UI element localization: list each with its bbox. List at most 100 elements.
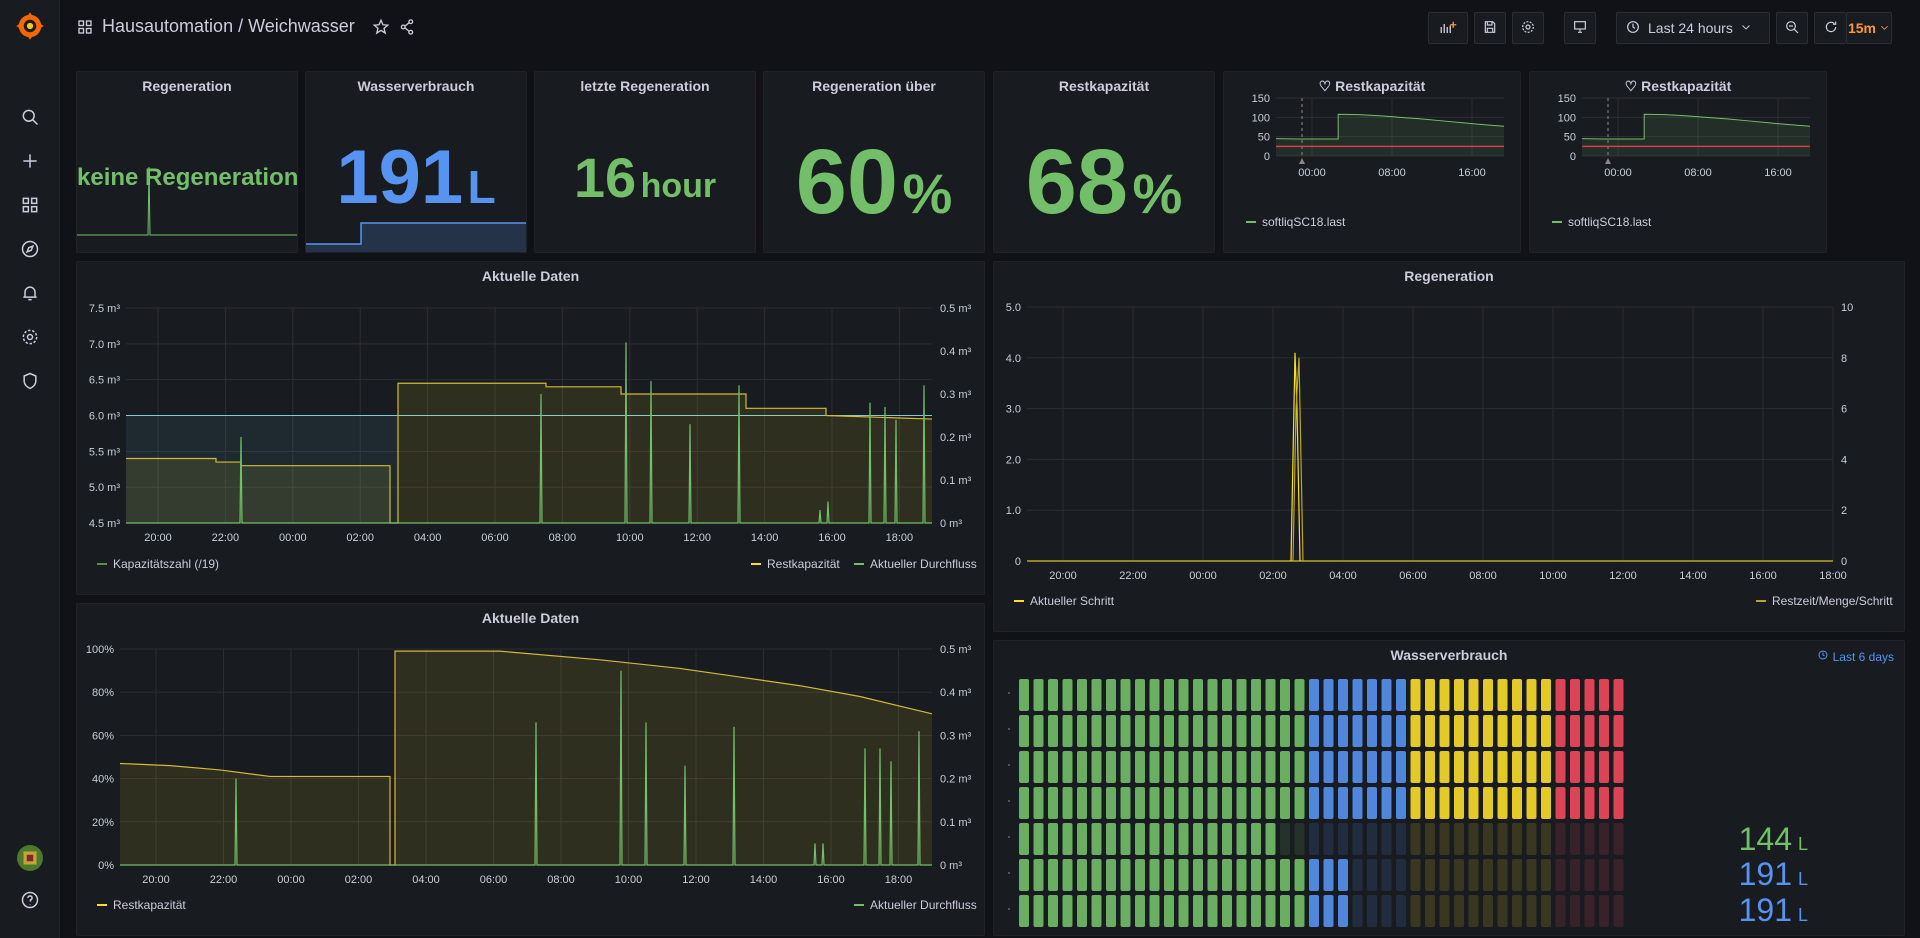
- search-icon[interactable]: [14, 101, 46, 133]
- gauge-cell: [1033, 823, 1044, 855]
- y-left-tick-label: 0: [1015, 556, 1021, 568]
- gauge-cell: [1294, 715, 1305, 747]
- gauge-cell: [1048, 787, 1058, 819]
- gauge-cell: [1091, 823, 1102, 855]
- gauge-cell: [1599, 787, 1609, 819]
- save-dashboard-button[interactable]: [1474, 12, 1506, 44]
- zoom-out-button[interactable]: [1776, 12, 1808, 44]
- annotation-marker: [1299, 158, 1305, 164]
- stat-panel-regeneration[interactable]: Regeneration keine Regeneration: [76, 71, 298, 253]
- panel-title: Regeneration über: [812, 78, 936, 94]
- legend-item[interactable]: Aktueller Schritt: [1014, 594, 1114, 608]
- breadcrumb[interactable]: Hausautomation / Weichwasser: [102, 16, 355, 37]
- dashboards-icon[interactable]: [14, 189, 46, 221]
- gauge-cell: [1135, 859, 1145, 891]
- legend-item[interactable]: Kapazitätszahl (/19): [97, 557, 219, 571]
- star-icon[interactable]: [372, 18, 390, 41]
- gauge-unit: L: [1797, 834, 1808, 854]
- grafana-logo-icon[interactable]: [14, 10, 46, 42]
- stat-panel-letzte-regeneration[interactable]: letzte Regeneration 16 hour: [534, 71, 756, 253]
- stat-panel-wasserverbrauch[interactable]: Wasserverbrauch 191 L: [305, 71, 527, 253]
- alerting-bell-icon[interactable]: [14, 277, 46, 309]
- y-right-tick-label: 10: [1841, 302, 1853, 314]
- stat-panel-regeneration-uber[interactable]: Regeneration über 60 %: [763, 71, 985, 253]
- gauge-cell: [1265, 895, 1276, 927]
- graph-panel-regeneration[interactable]: Regeneration 0 1.0 2.0 3.0 4.0 5.0 0 2 4 6 8 10 20:0…: [993, 261, 1905, 632]
- gauge-cell: [1584, 895, 1595, 927]
- y-right-tick-label: 0.1 m³: [940, 475, 972, 487]
- time-range-picker[interactable]: Last 24 hours: [1616, 12, 1770, 44]
- gauge-cell: [1367, 679, 1377, 711]
- stat-value: keine Regeneration: [77, 164, 298, 191]
- settings-gear-icon[interactable]: [14, 321, 46, 353]
- gauge-cell: [1062, 751, 1073, 783]
- add-panel-button[interactable]: [1428, 12, 1468, 44]
- gauge-cell: [1251, 679, 1261, 711]
- refresh-button[interactable]: [1814, 12, 1846, 44]
- gauge-cell: [1410, 679, 1421, 711]
- plus-icon[interactable]: [14, 145, 46, 177]
- legend-item[interactable]: softliqSC18.last: [1246, 215, 1345, 229]
- graph-panel-aktuelle-daten-2[interactable]: Aktuelle Daten 0% 20% 40% 60% 80% 100% 0 m³ 0.1…: [76, 603, 985, 936]
- view-mode-button[interactable]: [1564, 12, 1596, 44]
- gauge-cell: [1483, 679, 1493, 711]
- gauge-cell: [1120, 715, 1131, 747]
- graph-panel-aktuelle-daten-1[interactable]: Aktuelle Daten 4.5 m³ 5.0 m³ 5.5 m³ 6.0 m³ 6…: [76, 261, 985, 595]
- x-tick-label: 00:00: [1298, 167, 1326, 179]
- gauge-cell: [1178, 823, 1189, 855]
- gauge-cell: [1584, 859, 1595, 891]
- gauge-cell: [1193, 751, 1203, 783]
- legend-item[interactable]: softliqSC18.last: [1552, 215, 1651, 229]
- gauge-cell: [1265, 787, 1276, 819]
- gauge-cell: [1323, 715, 1334, 747]
- legend-item[interactable]: Aktueller Durchfluss: [854, 898, 977, 912]
- gauge-cell: [1454, 859, 1464, 891]
- dashboard-settings-button[interactable]: [1512, 12, 1544, 44]
- legend-item[interactable]: Restkapazität: [751, 557, 840, 571]
- x-tick-label: 06:00: [481, 532, 509, 544]
- time-range-label: Last 24 hours: [1648, 20, 1733, 36]
- gauge-cell: [1396, 787, 1406, 819]
- refresh-interval-picker[interactable]: 15m: [1846, 12, 1892, 44]
- gauge-cell: [1541, 751, 1551, 783]
- graph-panel-restkapazitaet-1[interactable]: ♡ Restkapazität 0 50 100 150 00:00 08:00 16:00…: [1223, 71, 1521, 253]
- gauge-cell: [1468, 895, 1479, 927]
- gauge-cell: [1265, 715, 1276, 747]
- gauge-cell: [1367, 895, 1377, 927]
- share-icon[interactable]: [398, 18, 416, 41]
- help-icon[interactable]: [14, 884, 46, 916]
- gauge-value-1: 144: [1738, 821, 1792, 857]
- gauge-cell: [1019, 823, 1029, 855]
- gauge-cell: [1193, 715, 1203, 747]
- dashboard-grid-icon: [76, 18, 94, 41]
- explore-compass-icon[interactable]: [14, 233, 46, 265]
- row-marker: [1008, 872, 1010, 874]
- gauge-cell: [1019, 751, 1029, 783]
- gauge-cell: [1207, 859, 1218, 891]
- gauge-cell: [1106, 679, 1116, 711]
- y-right-tick-label: 0.3 m³: [940, 730, 972, 742]
- x-tick-label: 18:00: [885, 874, 913, 886]
- gauge-cell: [1483, 751, 1493, 783]
- gauge-cell: [1541, 895, 1551, 927]
- legend-item[interactable]: Restkapazität: [97, 898, 186, 912]
- gauge-cell: [1381, 823, 1392, 855]
- y-left-tick-label: 20%: [92, 817, 114, 829]
- legend-item[interactable]: Restzeit/Menge/Schritt: [1756, 594, 1893, 608]
- x-tick-label: 02:00: [346, 532, 374, 544]
- legend-item[interactable]: Aktueller Durchfluss: [854, 557, 977, 571]
- monitor-icon: [1572, 19, 1588, 38]
- avatar[interactable]: [14, 842, 46, 874]
- gauge-cell: [1541, 679, 1551, 711]
- gauge-cell: [1062, 823, 1073, 855]
- panel-wasserverbrauch-grid[interactable]: Wasserverbrauch Last 6 days 144 L 191 L 19…: [993, 640, 1905, 936]
- gauge-cell: [1048, 679, 1058, 711]
- stat-value: 68: [1025, 131, 1129, 233]
- graph-panel-restkapazitaet-2[interactable]: ♡ Restkapazität 0 50 100 150 00:00 08:00 16:00…: [1529, 71, 1827, 253]
- x-tick-label: 18:00: [1819, 570, 1847, 582]
- stat-panel-restkapazitaet[interactable]: Restkapazität 68 %: [993, 71, 1215, 253]
- shield-icon[interactable]: [14, 365, 46, 397]
- gauge-cell: [1120, 751, 1131, 783]
- gauge-cell: [1396, 715, 1406, 747]
- y-right-tick-label: 0.5 m³: [940, 644, 972, 656]
